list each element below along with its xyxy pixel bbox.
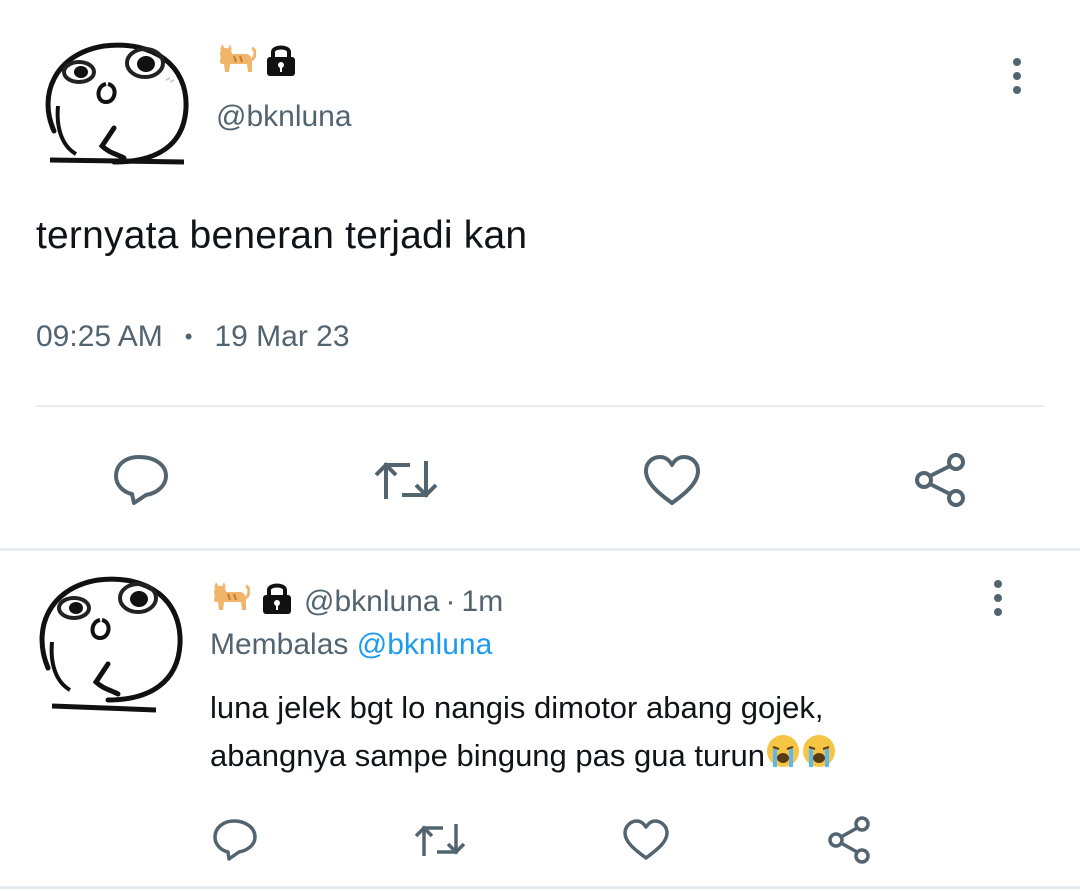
reply-time[interactable]: 1m <box>462 585 504 619</box>
tweet-actions <box>0 440 1080 520</box>
like-button[interactable] <box>636 448 708 512</box>
reply-handle[interactable]: @bknluna <box>304 585 440 619</box>
tweet-date[interactable]: 19 Mar 23 <box>214 320 349 354</box>
replying-label: Membalas <box>210 628 349 661</box>
retweet-icon <box>374 461 438 499</box>
bottom-divider <box>0 886 1080 889</box>
reply-avatar[interactable] <box>32 568 188 716</box>
meta-separator: • <box>184 324 193 349</box>
reply-actions <box>0 810 1080 870</box>
more-vertical-icon[interactable] <box>984 578 1012 618</box>
time-separator: · <box>445 585 456 618</box>
reply-icon <box>114 455 168 505</box>
retweet-button[interactable] <box>368 448 444 512</box>
replying-to-link[interactable]: @bknluna <box>357 628 493 661</box>
handle[interactable]: @bknluna <box>216 100 352 134</box>
like-button[interactable] <box>620 814 672 866</box>
more-vertical-icon[interactable] <box>1002 56 1032 96</box>
reply-icon <box>213 819 257 861</box>
share-button[interactable] <box>904 448 976 512</box>
cat-icon <box>210 580 251 624</box>
share-icon <box>915 453 965 507</box>
lock-icon <box>260 580 294 624</box>
reply-text: luna jelek bgt lo nangis dimotor abang g… <box>210 684 1010 783</box>
reply-button[interactable] <box>106 448 176 512</box>
crying-face-icon <box>765 733 801 783</box>
reply-text-line1: luna jelek bgt lo nangis dimotor abang g… <box>210 690 824 725</box>
crying-face-icon <box>801 733 837 783</box>
section-divider <box>0 548 1080 551</box>
like-icon <box>644 455 700 505</box>
display-name <box>216 42 298 83</box>
share-button[interactable] <box>822 814 876 866</box>
divider <box>36 405 1044 407</box>
retweet-button[interactable] <box>410 814 470 866</box>
tweet-meta: 09:25 AM • 19 Mar 23 <box>36 320 350 354</box>
reply-text-line2: abangnya sampe bingung pas gua turun <box>210 738 765 773</box>
reply-header: @bknluna · 1m <box>210 580 503 624</box>
avatar[interactable] <box>36 36 196 176</box>
replying-to: Membalas @bknluna <box>210 628 492 662</box>
like-icon <box>623 819 669 860</box>
tweet-text: ternyata beneran terjadi kan <box>36 214 528 257</box>
reply-button[interactable] <box>210 814 260 866</box>
lock-icon <box>264 42 298 83</box>
main-tweet: @bknluna ternyata beneran terjadi kan 09… <box>0 0 1080 540</box>
share-icon <box>828 816 870 864</box>
retweet-icon <box>414 824 466 856</box>
reply-text-line2-wrap: abangnya sampe bingung pas gua turun <box>210 732 1010 783</box>
tweet-time[interactable]: 09:25 AM <box>36 320 163 354</box>
cat-icon <box>216 42 257 83</box>
